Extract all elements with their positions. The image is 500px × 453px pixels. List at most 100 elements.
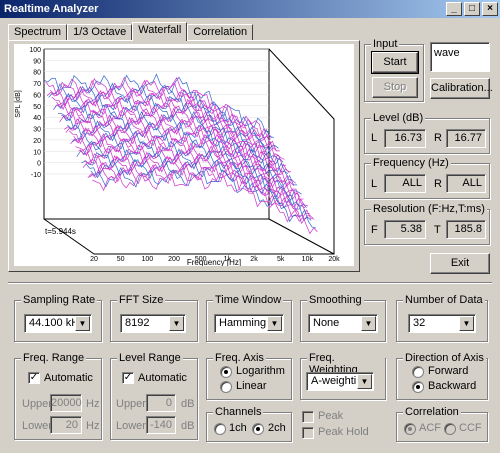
y-tick-label: 30	[33, 127, 41, 134]
level-range-label: Level Range	[117, 352, 183, 364]
x-tick-label: 50	[117, 256, 125, 263]
x-tick-label: 100	[141, 256, 153, 263]
correlation-acf-label: ACF	[419, 422, 441, 434]
correlation-ccf-radio	[444, 423, 456, 435]
y-tick-label: 100	[29, 47, 41, 54]
level-upper-field: 0	[146, 394, 176, 412]
frequency-l-label: L	[371, 178, 378, 190]
y-tick-label: 20	[33, 138, 41, 145]
y-tick-label: 70	[33, 81, 41, 88]
direction-forward-radio[interactable]	[412, 366, 424, 378]
y-tick-label: -10	[31, 172, 41, 179]
waterfall-traces	[43, 73, 318, 235]
frequency-l-value: ALL	[384, 174, 426, 193]
chevron-down-icon: ▼	[169, 316, 184, 331]
time-window-value: Hamming	[219, 317, 267, 329]
y-tick-label: 0	[37, 161, 41, 168]
chevron-down-icon: ▼	[75, 316, 90, 331]
freq-axis-label: Freq. Axis	[213, 352, 266, 364]
level-upper-label: Upper	[116, 398, 146, 410]
tab-waterfall[interactable]: Waterfall	[132, 22, 188, 41]
direction-backward-label: Backward	[428, 380, 477, 392]
channels-2ch-radio[interactable]	[252, 423, 264, 435]
level-lower-unit: dB	[181, 420, 195, 432]
level-lower-field: -140	[146, 416, 176, 434]
y-tick-label: 40	[33, 115, 41, 122]
resolution-f-value: 5.38	[384, 220, 426, 239]
freq-upper-field: 20000	[50, 394, 82, 412]
level-upper-unit: dB	[181, 398, 195, 410]
maximize-button[interactable]: □	[464, 2, 480, 16]
channels-2ch-label: 2ch	[268, 422, 286, 434]
frequency-r-value: ALL	[446, 174, 486, 193]
smoothing-value: None	[313, 317, 340, 329]
chevron-down-icon: ▼	[459, 316, 474, 331]
freq-range-automatic-checkbox[interactable]: ✓	[28, 372, 40, 384]
tab-spectrum[interactable]: Spectrum	[8, 24, 68, 41]
freq-axis-logarithm-radio[interactable]	[220, 366, 232, 378]
level-lower-label: Lower	[116, 420, 146, 432]
level-range-automatic-label: Automatic	[138, 372, 187, 384]
frequency-r-label: R	[434, 178, 442, 190]
x-tick-label: 200	[168, 256, 180, 263]
time-label: t=5.944s	[45, 227, 76, 236]
x-tick-label: 20k	[328, 256, 340, 263]
freq-weighting-select[interactable]: A-weighting ▼	[306, 372, 374, 391]
y-ticks: 1009080706050403020100-10	[29, 47, 41, 179]
waterfall-graph: 1009080706050403020100-10 20 50 100 200 500 1…	[15, 47, 340, 267]
y-tick-label: 60	[33, 92, 41, 99]
sampling-rate-select[interactable]: 44.100 kHz ▼	[24, 314, 92, 333]
number-of-data-select[interactable]: 32 ▼	[408, 314, 476, 333]
resolution-t-value: 185.8	[446, 220, 486, 239]
direction-backward-radio[interactable]	[412, 381, 424, 393]
level-r-label: R	[434, 132, 442, 144]
freq-axis-linear-label: Linear	[236, 380, 267, 392]
exit-button[interactable]: Exit	[430, 253, 490, 274]
tab-one-third-octave[interactable]: 1/3 Octave	[67, 24, 133, 41]
freq-axis-logarithm-label: Logarithm	[236, 365, 285, 377]
channels-1ch-label: 1ch	[229, 422, 247, 434]
fft-size-select[interactable]: 8192 ▼	[120, 314, 186, 333]
correlation-ccf-label: CCF	[459, 422, 482, 434]
smoothing-select[interactable]: None ▼	[308, 314, 378, 333]
tab-correlation[interactable]: Correlation	[187, 24, 254, 41]
title-bar: Realtime Analyzer _ □ ×	[0, 0, 500, 18]
level-range-automatic-checkbox[interactable]: ✓	[122, 372, 134, 384]
x-tick-label: 5k	[277, 256, 285, 263]
freq-range-automatic-label: Automatic	[44, 372, 93, 384]
level-r-value: 16.77	[446, 129, 486, 148]
view-tabs: Spectrum 1/3 Octave Waterfall Correlatio…	[8, 22, 254, 41]
input-file-field[interactable]: wave	[430, 42, 490, 72]
chevron-down-icon: ▼	[361, 316, 376, 331]
fft-size-value: 8192	[125, 317, 150, 329]
peak-hold-label: Peak Hold	[318, 426, 369, 438]
stop-button: Stop	[372, 77, 418, 98]
close-button[interactable]: ×	[482, 2, 498, 16]
y-tick-label: 90	[33, 58, 41, 65]
freq-lower-field: 20	[50, 416, 82, 434]
time-window-select[interactable]: Hamming ▼	[214, 314, 284, 333]
channels-1ch-radio[interactable]	[214, 423, 226, 435]
waterfall-trace	[79, 145, 306, 209]
freq-axis-linear-radio[interactable]	[220, 381, 232, 393]
start-button[interactable]: Start	[371, 51, 419, 74]
x-axis-label: Frequency [Hz]	[187, 258, 241, 266]
peak-checkbox	[302, 411, 314, 423]
x-tick-label: 2k	[250, 256, 258, 263]
window-title: Realtime Analyzer	[4, 3, 99, 15]
minimize-button[interactable]: _	[446, 2, 462, 16]
direction-label: Direction of Axis	[403, 352, 486, 364]
sampling-rate-label: Sampling Rate	[21, 294, 98, 306]
resolution-group-label: Resolution (F:Hz,T:ms)	[371, 203, 487, 215]
level-l-label: L	[371, 132, 378, 144]
freq-range-label: Freq. Range	[21, 352, 87, 364]
y-tick-label: 50	[33, 104, 41, 111]
level-l-value: 16.73	[384, 129, 426, 148]
separator	[8, 282, 492, 284]
y-tick-label: 80	[33, 70, 41, 77]
freq-lower-unit: Hz	[86, 420, 100, 432]
calibration-button[interactable]: Calibration...	[430, 78, 493, 99]
resolution-t-label: T	[434, 224, 441, 236]
chevron-down-icon: ▼	[267, 316, 282, 331]
y-axis-label: SPL [dB]	[15, 90, 22, 117]
